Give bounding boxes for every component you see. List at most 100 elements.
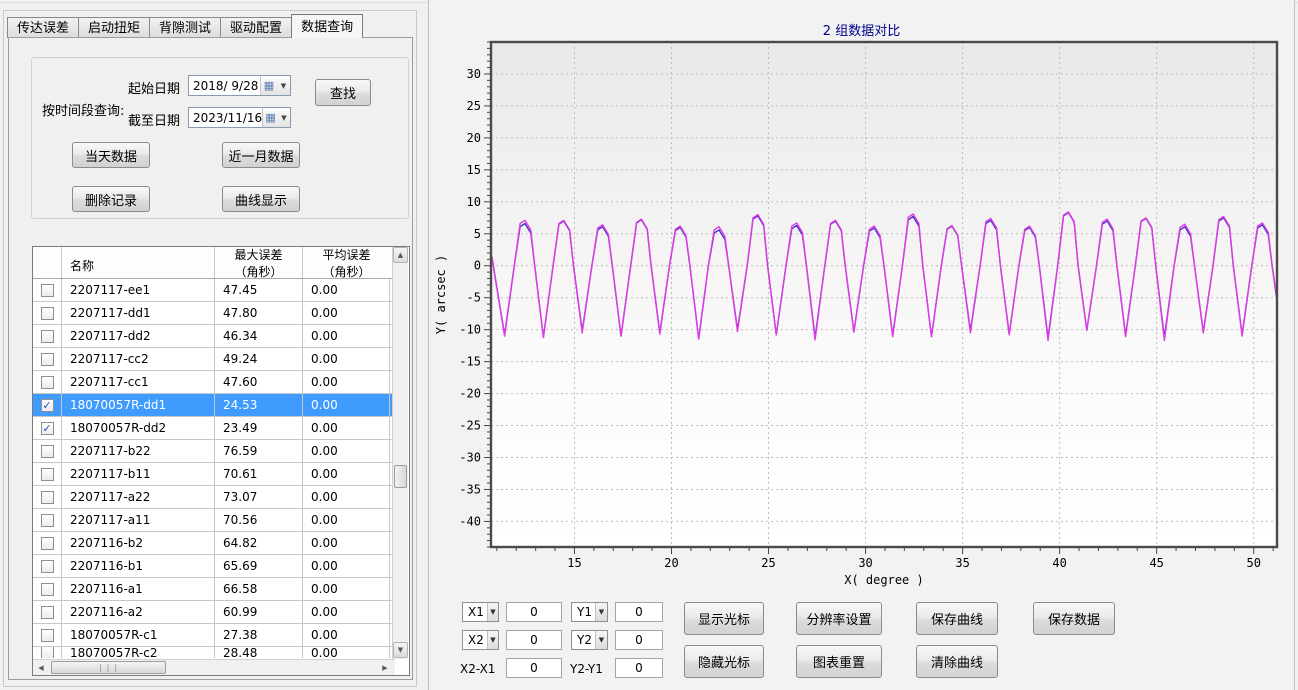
table-row[interactable]: 2207116-a260.990.00 — [33, 601, 392, 624]
table-row[interactable]: 2207116-b264.820.00 — [33, 532, 392, 555]
scroll-left-icon[interactable]: ◀ — [33, 660, 49, 675]
tab-drive-config[interactable]: 驱动配置 — [220, 17, 292, 38]
end-date-label: 截至日期 — [128, 110, 180, 129]
chevron-down-icon[interactable]: ▼ — [595, 603, 607, 621]
table-row[interactable]: 2207116-b165.690.00 — [33, 555, 392, 578]
table-row[interactable]: 2207117-a2273.070.00 — [33, 486, 392, 509]
y2-combo[interactable]: Y2 ▼ — [571, 630, 608, 650]
x1-value-field[interactable]: 0 — [506, 602, 562, 622]
calendar-icon[interactable]: ▦ — [260, 76, 277, 95]
row-checkbox[interactable] — [41, 307, 54, 320]
chart-canvas[interactable]: 302520151050-5-10-15-20-25-30-35-4015202… — [431, 35, 1291, 595]
cell-name: 2207117-dd1 — [62, 302, 215, 324]
table-row[interactable]: 2207117-dd147.800.00 — [33, 302, 392, 325]
cell-avg-error: 0.00 — [303, 624, 390, 646]
scroll-right-icon[interactable]: ▶ — [377, 660, 393, 675]
tab-start-torque[interactable]: 启动扭矩 — [78, 17, 150, 38]
cell-avg-error: 0.00 — [303, 486, 390, 508]
vertical-scroll-thumb[interactable] — [394, 465, 407, 488]
save-data-button[interactable]: 保存数据 — [1033, 602, 1115, 635]
chevron-down-icon[interactable]: ▼ — [595, 631, 607, 649]
search-button[interactable]: 查找 — [315, 79, 371, 106]
cell-name: 18070057R-dd2 — [62, 417, 215, 439]
row-checkbox-cell — [33, 486, 62, 508]
today-data-button[interactable]: 当天数据 — [72, 142, 150, 168]
cell-max-error: 46.34 — [215, 325, 303, 347]
chevron-down-icon[interactable]: ▼ — [487, 631, 498, 649]
cell-name: 2207117-b22 — [62, 440, 215, 462]
y1-value-field[interactable]: 0 — [615, 602, 663, 622]
show-cursor-button[interactable]: 显示光标 — [684, 602, 764, 635]
clear-curve-button[interactable]: 清除曲线 — [916, 645, 998, 678]
table-row[interactable]: 18070057R-c127.380.00 — [33, 624, 392, 647]
cell-avg-error: 0.00 — [303, 463, 390, 485]
x2-combo[interactable]: X2 ▼ — [462, 630, 499, 650]
row-checkbox[interactable] — [41, 647, 54, 658]
table-row[interactable]: 2207117-b1170.610.00 — [33, 463, 392, 486]
row-checkbox[interactable] — [41, 537, 54, 550]
y1-combo[interactable]: Y1 ▼ — [571, 602, 608, 622]
row-checkbox[interactable] — [41, 445, 54, 458]
resolution-settings-button[interactable]: 分辨率设置 — [796, 602, 882, 635]
cell-max-error: 24.53 — [215, 394, 303, 416]
chevron-down-icon[interactable]: ▼ — [277, 76, 290, 95]
end-date-picker[interactable]: 2023/11/16 ▦ ▼ — [188, 107, 291, 128]
last-month-data-button[interactable]: 近一月数据 — [222, 142, 300, 168]
tab-backlash-test[interactable]: 背隙测试 — [149, 17, 221, 38]
row-checkbox-cell — [33, 348, 62, 370]
vertical-scrollbar[interactable]: ▲ ▼ — [392, 247, 408, 659]
cell-name: 2207116-b2 — [62, 532, 215, 554]
y2-value-field[interactable]: 0 — [615, 630, 663, 650]
table-row[interactable]: 2207116-a166.580.00 — [33, 578, 392, 601]
x1-combo[interactable]: X1 ▼ — [462, 602, 499, 622]
horizontal-scroll-thumb[interactable]: ❘❘❘ — [51, 661, 166, 674]
cell-name: 2207117-cc2 — [62, 348, 215, 370]
table-row[interactable]: 2207117-a1170.560.00 — [33, 509, 392, 532]
row-checkbox[interactable] — [41, 606, 54, 619]
chart-reset-button[interactable]: 图表重置 — [796, 645, 882, 678]
chevron-down-icon[interactable]: ▼ — [487, 603, 498, 621]
svg-text:-15: -15 — [459, 355, 481, 369]
row-checkbox[interactable] — [41, 514, 54, 527]
table-row[interactable]: 2207117-cc147.600.00 — [33, 371, 392, 394]
cell-max-error: 28.48 — [215, 647, 303, 658]
cell-max-error: 60.99 — [215, 601, 303, 623]
tab-data-query[interactable]: 数据查询 — [291, 14, 363, 38]
chevron-down-icon[interactable]: ▼ — [278, 108, 290, 127]
start-date-picker[interactable]: 2018/ 9/28 ▦ ▼ — [188, 75, 291, 96]
calendar-icon[interactable]: ▦ — [262, 108, 278, 127]
scroll-up-icon[interactable]: ▲ — [393, 247, 408, 263]
x2-value-field[interactable]: 0 — [506, 630, 562, 650]
table-row[interactable]: 2207117-ee147.450.00 — [33, 279, 392, 302]
row-checkbox[interactable] — [41, 284, 54, 297]
save-curve-button[interactable]: 保存曲线 — [916, 602, 998, 635]
delete-record-button[interactable]: 删除记录 — [72, 186, 150, 212]
table-row[interactable]: 18070057R-c228.480.00 — [33, 647, 392, 658]
end-date-value[interactable]: 2023/11/16 — [189, 111, 262, 125]
row-checkbox[interactable] — [41, 629, 54, 642]
row-checkbox[interactable] — [41, 376, 54, 389]
horizontal-scrollbar[interactable]: ◀ ❘❘❘ ▶ — [33, 659, 395, 675]
table-row[interactable]: 2207117-cc249.240.00 — [33, 348, 392, 371]
table-row[interactable]: 2207117-dd246.340.00 — [33, 325, 392, 348]
curve-display-button[interactable]: 曲线显示 — [222, 186, 300, 212]
start-date-value[interactable]: 2018/ 9/28 — [189, 79, 260, 93]
table-row[interactable]: ✓18070057R-dd124.530.00 — [33, 394, 392, 417]
row-checkbox[interactable] — [41, 583, 54, 596]
table-row[interactable]: ✓18070057R-dd223.490.00 — [33, 417, 392, 440]
row-checkbox[interactable] — [41, 491, 54, 504]
dy-value-field[interactable]: 0 — [615, 658, 663, 678]
row-checkbox[interactable] — [41, 353, 54, 366]
tab-transmission-error[interactable]: 传达误差 — [7, 17, 79, 38]
row-checkbox-cell — [33, 532, 62, 554]
scroll-down-icon[interactable]: ▼ — [393, 642, 408, 658]
row-checkbox[interactable]: ✓ — [41, 422, 54, 435]
dx-value-field[interactable]: 0 — [506, 658, 562, 678]
cell-max-error: 23.49 — [215, 417, 303, 439]
row-checkbox[interactable] — [41, 468, 54, 481]
hide-cursor-button[interactable]: 隐藏光标 — [684, 645, 764, 678]
row-checkbox[interactable]: ✓ — [41, 399, 54, 412]
table-row[interactable]: 2207117-b2276.590.00 — [33, 440, 392, 463]
row-checkbox[interactable] — [41, 560, 54, 573]
row-checkbox[interactable] — [41, 330, 54, 343]
